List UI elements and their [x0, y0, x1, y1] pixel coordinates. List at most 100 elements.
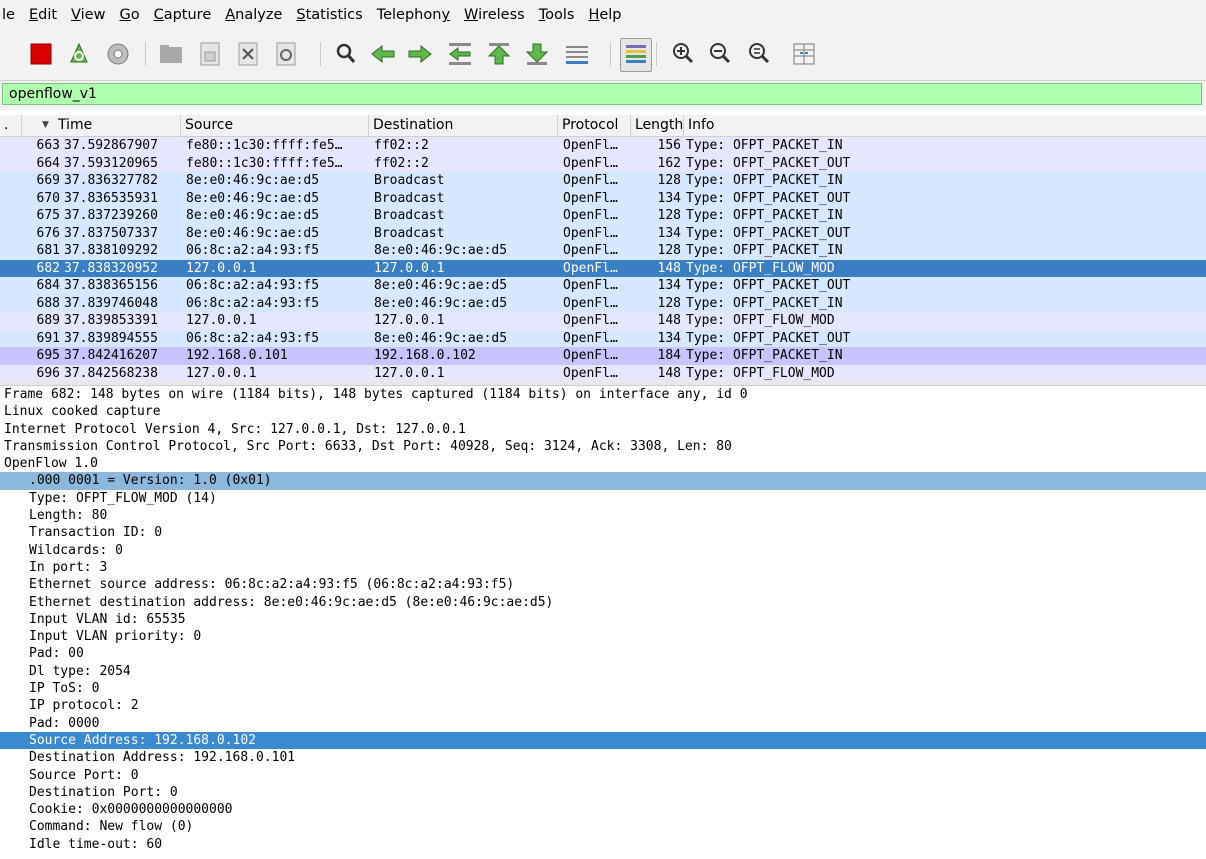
- detail-row[interactable]: Input VLAN priority: 0: [0, 628, 1206, 645]
- packet-row[interactable]: 689 37.839853391 127.0.0.1 127.0.0.1 OpenFl……: [0, 312, 1206, 330]
- packet-row[interactable]: 681 37.838109292 06:8c:a2:a4:93:f5 8e:e0:46…: [0, 242, 1206, 260]
- shark-fin-partial-icon[interactable]: [0, 37, 20, 71]
- menu-edit[interactable]: Edit: [17, 0, 63, 30]
- packet-row[interactable]: 688 37.839746048 06:8c:a2:a4:93:f5 8e:e0:46…: [0, 294, 1206, 312]
- detail-row[interactable]: Ethernet destination address: 8e:e0:46:9…: [0, 594, 1206, 611]
- reload-file-icon[interactable]: [271, 37, 301, 71]
- detail-row[interactable]: Frame 682: 148 bytes on wire (1184 bits)…: [0, 386, 1206, 403]
- packet-row[interactable]: 675 37.837239260 8e:e0:46:9c:ae:d5 Broadcas…: [0, 207, 1206, 225]
- zoom-in-icon[interactable]: [668, 37, 698, 71]
- display-filter-input[interactable]: openflow_v1: [2, 83, 1202, 105]
- packet-info: Type: OFPT_PACKET_OUT: [686, 190, 851, 206]
- zoom-out-icon[interactable]: [705, 37, 735, 71]
- packet-number: 696: [36, 365, 60, 381]
- packet-destination: 8e:e0:46:9c:ae:d5: [374, 295, 508, 311]
- column-header-destination[interactable]: Destination: [369, 115, 558, 136]
- detail-row[interactable]: Source Address: 192.168.0.102: [0, 731, 1206, 750]
- packet-row[interactable]: 676 37.837507337 8e:e0:46:9c:ae:d5 Broadcas…: [0, 224, 1206, 242]
- detail-row[interactable]: Wildcards: 0: [0, 542, 1206, 559]
- menu-go[interactable]: Go: [107, 0, 145, 30]
- packet-row[interactable]: 696 37.842568238 127.0.0.1 127.0.0.1 OpenFl……: [0, 364, 1206, 381]
- save-file-icon[interactable]: [195, 37, 225, 71]
- detail-row[interactable]: Dl type: 2054: [0, 663, 1206, 680]
- packet-row[interactable]: 663 37.592867907 fe80::1c30:ffff:fe5… ff02:…: [0, 137, 1206, 155]
- open-file-icon[interactable]: [156, 37, 186, 71]
- menu-wireless[interactable]: Wireless: [452, 0, 531, 30]
- menu-statistics[interactable]: Statistics: [284, 0, 368, 30]
- column-header-protocol[interactable]: Protocol: [558, 115, 631, 136]
- close-file-icon[interactable]: [233, 37, 263, 71]
- colorize-icon[interactable]: [620, 38, 652, 72]
- detail-row[interactable]: Idle time-out: 60: [0, 836, 1206, 853]
- detail-row[interactable]: Input VLAN id: 65535: [0, 611, 1206, 628]
- packet-details-pane: Frame 682: 148 bytes on wire (1184 bits)…: [0, 385, 1206, 859]
- packet-row[interactable]: 691 37.839894555 06:8c:a2:a4:93:f5 8e:e0:46…: [0, 329, 1206, 347]
- detail-row[interactable]: Command: New flow (0): [0, 818, 1206, 835]
- detail-row[interactable]: Internet Protocol Version 4, Src: 127.0.…: [0, 421, 1206, 438]
- auto-scroll-icon[interactable]: [562, 37, 592, 71]
- packet-number: 682: [36, 260, 60, 276]
- go-forward-icon[interactable]: [405, 37, 435, 71]
- menu-help[interactable]: Help: [576, 0, 627, 30]
- packet-time: 37.838365156: [64, 278, 158, 293]
- packet-row[interactable]: 682 37.838320952 127.0.0.1 127.0.0.1 OpenFl……: [0, 259, 1206, 277]
- packet-row[interactable]: 664 37.593120965 fe80::1c30:ffff:fe5… ff02:…: [0, 154, 1206, 172]
- menu-view[interactable]: View: [59, 0, 111, 30]
- menu-tools[interactable]: Tools: [527, 0, 581, 30]
- detail-row[interactable]: Pad: 0000: [0, 715, 1206, 732]
- column-header-source[interactable]: Source: [181, 115, 369, 136]
- column-header-info[interactable]: Info: [684, 115, 1206, 136]
- menu-capture[interactable]: Capture: [142, 0, 218, 30]
- packet-info: Type: OFPT_FLOW_MOD: [686, 313, 835, 328]
- packet-row[interactable]: 684 37.838365156 06:8c:a2:a4:93:f5 8e:e0:46…: [0, 277, 1206, 295]
- detail-row[interactable]: Linux cooked capture: [0, 403, 1206, 420]
- detail-row[interactable]: Cookie: 0x0000000000000000: [0, 801, 1206, 818]
- menu-telephony[interactable]: Telephony: [365, 0, 456, 30]
- packet-info: Type: OFPT_PACKET_OUT: [686, 155, 851, 171]
- packet-list-header: . ▼ Time Source Destination Protocol Len…: [0, 115, 1206, 137]
- packet-row[interactable]: 670 37.836535931 8e:e0:46:9c:ae:d5 Broadcas…: [0, 189, 1206, 207]
- detail-row[interactable]: IP ToS: 0: [0, 680, 1206, 697]
- go-back-icon[interactable]: [368, 37, 398, 71]
- packet-source: 127.0.0.1: [186, 260, 257, 276]
- toolbar-separator: [610, 42, 611, 66]
- detail-row[interactable]: Destination Port: 0: [0, 784, 1206, 801]
- detail-row[interactable]: Pad: 00: [0, 645, 1206, 662]
- go-first-packet-icon[interactable]: [484, 37, 514, 71]
- packet-destination: 127.0.0.1: [374, 313, 445, 328]
- go-to-packet-icon[interactable]: [445, 37, 475, 71]
- menu-analyze[interactable]: Analyze: [213, 0, 288, 30]
- packet-destination: Broadcast: [374, 225, 445, 241]
- detail-row[interactable]: .000 0001 = Version: 1.0 (0x01): [0, 472, 1206, 490]
- packet-row[interactable]: 669 37.836327782 8e:e0:46:9c:ae:d5 Broadcas…: [0, 172, 1206, 190]
- detail-row[interactable]: Source Port: 0: [0, 767, 1206, 784]
- packet-length: 128: [657, 295, 681, 311]
- column-header-time[interactable]: ▼ Time: [22, 115, 181, 136]
- detail-row[interactable]: Destination Address: 192.168.0.101: [0, 749, 1206, 766]
- stop-capture-icon[interactable]: [26, 37, 56, 71]
- detail-row[interactable]: OpenFlow 1.0: [0, 455, 1206, 472]
- column-header-no[interactable]: .: [0, 115, 22, 136]
- detail-row[interactable]: Type: OFPT_FLOW_MOD (14): [0, 490, 1206, 507]
- packet-time: 37.838109292: [64, 243, 158, 258]
- packet-source: 8e:e0:46:9c:ae:d5: [186, 173, 320, 188]
- packet-row[interactable]: 695 37.842416207 192.168.0.101 192.168.0.10…: [0, 347, 1206, 365]
- normal-size-icon[interactable]: [744, 37, 774, 71]
- detail-row[interactable]: Ethernet source address: 06:8c:a2:a4:93:…: [0, 576, 1206, 593]
- resize-columns-icon[interactable]: [789, 37, 819, 71]
- find-packet-icon[interactable]: [331, 37, 361, 71]
- detail-row[interactable]: Transmission Control Protocol, Src Port:…: [0, 438, 1206, 455]
- detail-row[interactable]: Length: 80: [0, 507, 1206, 524]
- packet-number: 691: [36, 330, 60, 346]
- detail-row[interactable]: In port: 3: [0, 559, 1206, 576]
- packet-number: 664: [36, 155, 60, 171]
- detail-row[interactable]: IP protocol: 2: [0, 697, 1206, 714]
- column-header-length[interactable]: Length: [631, 115, 684, 136]
- go-last-packet-icon[interactable]: [522, 37, 552, 71]
- packet-protocol: OpenFl…: [563, 138, 618, 153]
- packet-destination: Broadcast: [374, 208, 445, 223]
- capture-options-icon[interactable]: [103, 37, 133, 71]
- detail-row[interactable]: Transaction ID: 0: [0, 524, 1206, 541]
- packet-time: 37.836535931: [64, 190, 158, 206]
- restart-capture-icon[interactable]: [64, 37, 94, 71]
